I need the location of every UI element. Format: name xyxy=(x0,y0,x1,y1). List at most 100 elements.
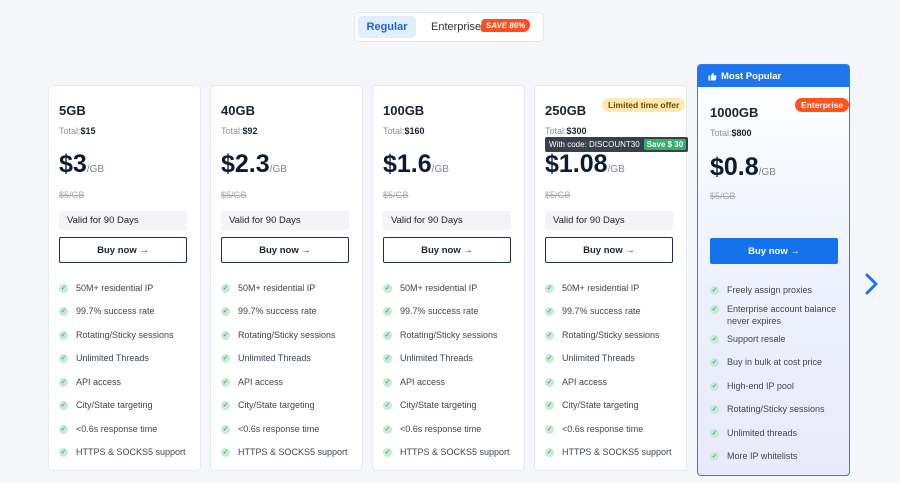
feature-item: ✓ Unlimited Threads xyxy=(221,353,311,363)
feature-item: ✓ High-end IP pool xyxy=(710,381,794,391)
check-icon: ✓ xyxy=(545,424,554,434)
enterprise-badge: Enterprise xyxy=(795,98,849,112)
tab-regular[interactable]: Regular xyxy=(358,16,416,38)
buy-now-button[interactable]: Buy now → xyxy=(545,237,673,263)
plan-old-price: $5/GB xyxy=(221,190,247,200)
check-icon: ✓ xyxy=(383,330,392,340)
plan-old-price: $5/GB xyxy=(545,190,571,200)
plan-card-250gb: 250GB Limited time offer Total:$300 With co… xyxy=(534,85,689,471)
feature-item: ✓ <0.6s response time xyxy=(383,424,482,434)
buy-now-button[interactable]: Buy now → xyxy=(59,237,187,263)
plan-card-100gb: 100GB Total:$160 $1.6/GB $5/GB Valid for 90 … xyxy=(372,85,525,471)
check-icon: ✓ xyxy=(383,283,392,293)
feature-item: ✓ <0.6s response time xyxy=(221,424,320,434)
feature-item: ✓ More IP whitelists xyxy=(710,451,798,461)
validity-label: Valid for 90 Days xyxy=(383,211,511,230)
tab-enterprise[interactable]: Enterprise xyxy=(431,16,481,38)
chevron-right-icon[interactable] xyxy=(862,272,880,296)
check-icon: ✓ xyxy=(710,305,719,314)
check-icon: ✓ xyxy=(59,283,68,293)
buy-now-button[interactable]: Buy now → xyxy=(221,237,349,263)
check-icon: ✓ xyxy=(221,447,230,457)
check-icon: ✓ xyxy=(710,335,719,344)
feature-item: ✓ City/State targeting xyxy=(383,400,477,410)
feature-item: ✓ 50M+ residential IP xyxy=(545,283,640,293)
check-icon: ✓ xyxy=(710,405,719,414)
check-icon: ✓ xyxy=(59,306,68,316)
plan-old-price: $5/GB xyxy=(59,190,85,200)
check-icon: ✓ xyxy=(59,377,68,387)
limited-offer-badge: Limited time offer xyxy=(602,98,686,112)
save-badge: SAVE 86% xyxy=(480,19,532,32)
check-icon: ✓ xyxy=(221,377,230,387)
feature-item: ✓ 99.7% success rate xyxy=(545,306,641,316)
feature-item: ✓ API access xyxy=(59,377,122,387)
feature-item: ✓ Rotating/Sticky sessions xyxy=(383,330,498,340)
feature-item: ✓ Unlimited threads xyxy=(710,428,798,438)
plan-total: Total:$15 xyxy=(59,126,96,136)
check-icon: ✓ xyxy=(383,447,392,457)
check-icon: ✓ xyxy=(221,424,230,434)
check-icon: ✓ xyxy=(710,429,719,438)
discount-code: With code: DISCOUNT30 xyxy=(549,140,640,149)
plan-total: Total:$160 xyxy=(383,126,425,136)
feature-item: ✓ HTTPS & SOCKS5 support xyxy=(545,447,672,457)
most-popular-header: Most Popular xyxy=(698,65,849,87)
plan-price: $1.08/GB xyxy=(545,150,625,178)
check-icon: ✓ xyxy=(221,306,230,316)
feature-item: ✓ <0.6s response time xyxy=(545,424,644,434)
check-icon: ✓ xyxy=(545,353,554,363)
feature-item: ✓ 50M+ residential IP xyxy=(59,283,154,293)
most-popular-label: Most Popular xyxy=(721,70,782,82)
feature-item: ✓ HTTPS & SOCKS5 support xyxy=(383,447,510,457)
plan-price: $3/GB xyxy=(59,150,105,178)
feature-item: ✓ HTTPS & SOCKS5 support xyxy=(221,447,348,457)
plan-price: $1.6/GB xyxy=(383,150,449,178)
feature-item: ✓ City/State targeting xyxy=(545,400,639,410)
validity-label: Valid for 90 Days xyxy=(221,211,349,230)
check-icon: ✓ xyxy=(383,424,392,434)
thumbs-up-icon xyxy=(708,72,717,81)
plan-size: 1000GB xyxy=(710,105,759,120)
check-icon: ✓ xyxy=(545,306,554,316)
check-icon: ✓ xyxy=(545,330,554,340)
check-icon: ✓ xyxy=(710,452,719,461)
check-icon: ✓ xyxy=(710,286,719,295)
check-icon: ✓ xyxy=(221,330,230,340)
feature-item: ✓ City/State targeting xyxy=(221,400,315,410)
feature-item: ✓ City/State targeting xyxy=(59,400,153,410)
feature-item: ✓ 99.7% success rate xyxy=(383,306,479,316)
feature-item: ✓ Support resale xyxy=(710,334,786,344)
plan-old-price: $5/GB xyxy=(710,191,736,201)
plan-size: 100GB xyxy=(383,103,425,118)
plan-price: $0.8/GB xyxy=(710,153,776,181)
check-icon: ✓ xyxy=(710,382,719,391)
plan-old-price: $5/GB xyxy=(383,190,409,200)
plan-size: 40GB xyxy=(221,103,255,118)
feature-item: ✓ Rotating/Sticky sessions xyxy=(545,330,660,340)
feature-item: ✓ 50M+ residential IP xyxy=(383,283,478,293)
feature-item: ✓ Freely assign proxies xyxy=(710,285,813,295)
check-icon: ✓ xyxy=(59,447,68,457)
check-icon: ✓ xyxy=(710,358,719,367)
plan-card-1000gb: Most Popular 1000GB Enterprise Total:$80… xyxy=(697,64,850,476)
buy-now-button[interactable]: Buy now → xyxy=(383,237,511,263)
buy-now-button[interactable]: Buy now → xyxy=(710,238,838,264)
feature-item: ✓ Rotating/Sticky sessions xyxy=(710,404,825,414)
check-icon: ✓ xyxy=(383,353,392,363)
plan-total: Total:$300 xyxy=(545,126,587,136)
feature-item: ✓ 50M+ residential IP xyxy=(221,283,316,293)
check-icon: ✓ xyxy=(545,400,554,410)
plan-size: 5GB xyxy=(59,103,86,118)
code-save-badge: Save $ 30 xyxy=(643,139,687,150)
check-icon: ✓ xyxy=(59,330,68,340)
plan-type-toggle: Regular Enterprise SAVE 86% xyxy=(354,12,544,42)
feature-item: ✓ API access xyxy=(221,377,284,387)
check-icon: ✓ xyxy=(59,400,68,410)
plan-card-5gb: 5GB Total:$15 $3/GB $5/GB Valid for 90 Days B… xyxy=(48,85,201,471)
feature-item: ✓ <0.6s response time xyxy=(59,424,158,434)
validity-label: Valid for 90 Days xyxy=(545,211,673,230)
check-icon: ✓ xyxy=(383,377,392,387)
check-icon: ✓ xyxy=(221,353,230,363)
check-icon: ✓ xyxy=(221,400,230,410)
